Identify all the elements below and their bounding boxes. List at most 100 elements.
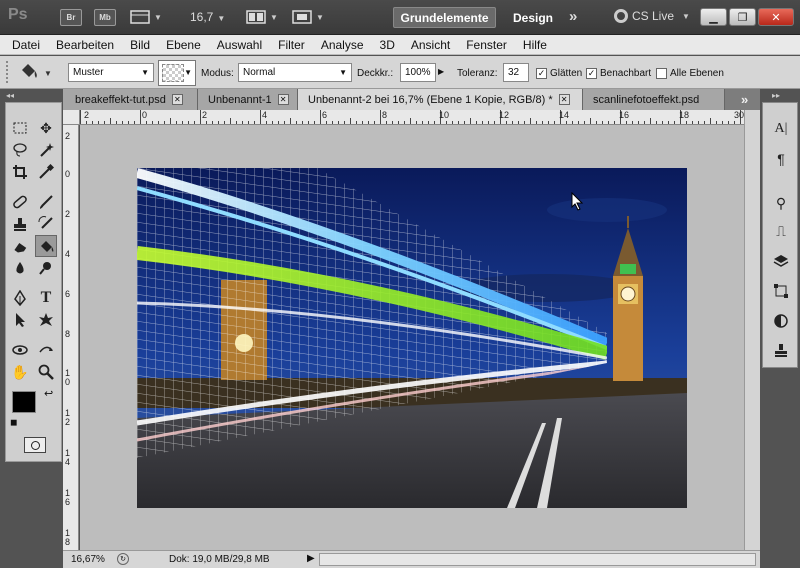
menu-view[interactable]: Ansicht — [403, 38, 458, 52]
paint-bucket-tool[interactable] — [35, 235, 57, 257]
restore-button[interactable]: ❐ — [729, 8, 756, 26]
ruler-v-label: 4 — [65, 249, 71, 259]
magic-wand-tool[interactable] — [35, 139, 57, 161]
rectangular-marquee-tool[interactable] — [9, 117, 31, 139]
spot-healing-brush-tool[interactable] — [9, 191, 31, 213]
zoom-level[interactable]: 16,7 ▼ — [190, 10, 225, 24]
tab-breakeffekt[interactable]: breakeffekt-tut.psd ✕ — [63, 89, 198, 110]
expand-panels-icon[interactable]: ▸▸ — [772, 91, 780, 100]
paragraph-panel-icon[interactable]: ¶ — [771, 149, 791, 169]
options-grip[interactable] — [6, 61, 10, 83]
close-tab-icon[interactable]: ✕ — [558, 94, 570, 105]
cs-live-menu[interactable]: CS Live ▼ — [614, 9, 690, 23]
swap-colors-icon[interactable]: ↩ — [44, 387, 53, 400]
menu-file[interactable]: Datei — [4, 38, 48, 52]
eyedropper-tool[interactable] — [35, 161, 57, 183]
menu-layer[interactable]: Ebene — [158, 38, 209, 52]
ruler-h-label: 12 — [499, 110, 510, 120]
3d-rotate-tool[interactable] — [9, 339, 31, 361]
pattern-picker[interactable]: ▼ — [158, 60, 196, 86]
vertical-ruler[interactable]: 2 0 2 4 6 8 1 0 1 2 1 4 1 6 1 8 — [63, 125, 79, 550]
document-canvas[interactable] — [137, 168, 687, 508]
zoom-tool[interactable] — [35, 361, 57, 383]
close-tab-icon[interactable]: ✕ — [277, 94, 289, 105]
pen-tool[interactable] — [9, 287, 31, 309]
default-colors-icon[interactable]: ◼ — [10, 417, 17, 428]
ruler-h-label: 2 — [202, 110, 208, 120]
menu-help[interactable]: Hilfe — [515, 38, 555, 52]
ruler-v-label: 1 8 — [65, 528, 71, 547]
brush-presets-icon[interactable]: ⚲ — [771, 193, 791, 213]
custom-shape-tool[interactable] — [35, 309, 57, 331]
actions-panel-icon[interactable] — [771, 341, 791, 361]
contiguous-checkbox[interactable]: ✓ — [586, 68, 597, 79]
vertical-scrollbar[interactable] — [744, 110, 760, 550]
menu-select[interactable]: Auswahl — [209, 38, 270, 52]
arrange-documents-button[interactable]: ▼ — [246, 7, 278, 27]
mode-select[interactable]: Normal ▼ — [238, 63, 352, 82]
menu-filter[interactable]: Filter — [270, 38, 313, 52]
collapse-toolbox-icon[interactable]: ◂◂ — [6, 91, 14, 100]
3d-orbit-tool[interactable] — [35, 339, 57, 361]
lasso-tool[interactable] — [9, 139, 31, 161]
ruler-v-label: 1 6 — [65, 488, 71, 507]
ruler-origin[interactable] — [63, 110, 80, 125]
close-window-button[interactable]: ✕ — [758, 8, 794, 26]
minimize-button[interactable]: ▁ — [700, 8, 727, 26]
tab-overflow-icon[interactable]: » — [741, 92, 748, 107]
all-layers-checkbox[interactable] — [656, 68, 667, 79]
clone-stamp-tool[interactable] — [9, 213, 31, 235]
path-selection-tool[interactable] — [9, 309, 31, 331]
tolerance-input[interactable]: 32 — [503, 63, 529, 82]
character-panel-icon[interactable]: A| — [771, 119, 791, 139]
view-extras-button[interactable]: ▼ — [130, 7, 162, 27]
menu-3d[interactable]: 3D — [372, 38, 403, 52]
smooth-checkbox[interactable]: ✓ — [536, 68, 547, 79]
adjustments-panel-icon[interactable] — [771, 311, 791, 331]
tab-unbenannt-1[interactable]: Unbenannt-1 ✕ — [198, 89, 298, 110]
type-tool[interactable]: T — [35, 287, 57, 309]
bridge-button[interactable]: Br — [60, 7, 82, 27]
menu-edit[interactable]: Bearbeiten — [48, 38, 122, 52]
tool-preset-picker[interactable]: ▼ — [18, 62, 52, 85]
ruler-v-label: 1 2 — [65, 408, 71, 427]
screen-mode-button[interactable]: ▼ — [292, 7, 324, 27]
layers-panel-icon[interactable] — [771, 251, 791, 271]
foreground-color-swatch[interactable] — [12, 391, 36, 413]
hand-tool[interactable]: ✋ — [9, 361, 31, 383]
horizontal-ruler[interactable]: 2 0 2 4 6 8 10 12 14 16 18 30 — [80, 110, 745, 125]
mode-label: Modus: — [201, 68, 234, 79]
mini-bridge-button[interactable]: Mb — [94, 7, 116, 27]
transform-panel-icon[interactable] — [771, 281, 791, 301]
dodge-tool[interactable] — [35, 257, 57, 279]
move-tool[interactable]: ✥ — [35, 117, 57, 139]
eraser-tool[interactable] — [9, 235, 31, 257]
tab-scanlinefotoeffekt[interactable]: scanlinefotoeffekt.psd — [583, 89, 725, 110]
tab-unbenannt-2[interactable]: Unbenannt-2 bei 16,7% (Ebene 1 Kopie, RG… — [298, 89, 583, 110]
workspace-more-icon[interactable]: » — [569, 8, 577, 25]
cloud — [547, 198, 667, 222]
opacity-slider-icon[interactable]: ▶ — [438, 67, 444, 76]
workspace-essentials[interactable]: Grundelemente — [393, 7, 496, 28]
status-menu-arrow-icon[interactable]: ▶ — [307, 553, 315, 564]
close-tab-icon[interactable]: ✕ — [171, 94, 183, 105]
status-zoom[interactable]: 16,67% — [71, 554, 105, 565]
ruler-h-label: 2 — [84, 110, 90, 120]
menu-image[interactable]: Bild — [122, 38, 158, 52]
menu-window[interactable]: Fenster — [458, 38, 515, 52]
brush-tool[interactable] — [35, 191, 57, 213]
workspace-design[interactable]: Design — [513, 11, 553, 25]
clone-source-icon[interactable]: ⎍ — [771, 221, 791, 241]
status-info-icon[interactable]: ↻ — [117, 553, 129, 565]
history-brush-tool[interactable] — [35, 213, 57, 235]
quick-mask-button[interactable] — [24, 437, 46, 453]
crop-tool[interactable] — [9, 161, 31, 183]
menu-analysis[interactable]: Analyse — [313, 38, 372, 52]
screen-mode-icon — [292, 10, 312, 24]
canvas-workspace[interactable] — [80, 125, 744, 550]
fill-source-select[interactable]: Muster ▼ — [68, 63, 154, 82]
tolerance-label: Toleranz: — [457, 68, 498, 79]
blur-tool[interactable] — [9, 257, 31, 279]
opacity-input[interactable]: 100% — [400, 63, 436, 82]
horizontal-scrollbar[interactable] — [319, 553, 756, 566]
